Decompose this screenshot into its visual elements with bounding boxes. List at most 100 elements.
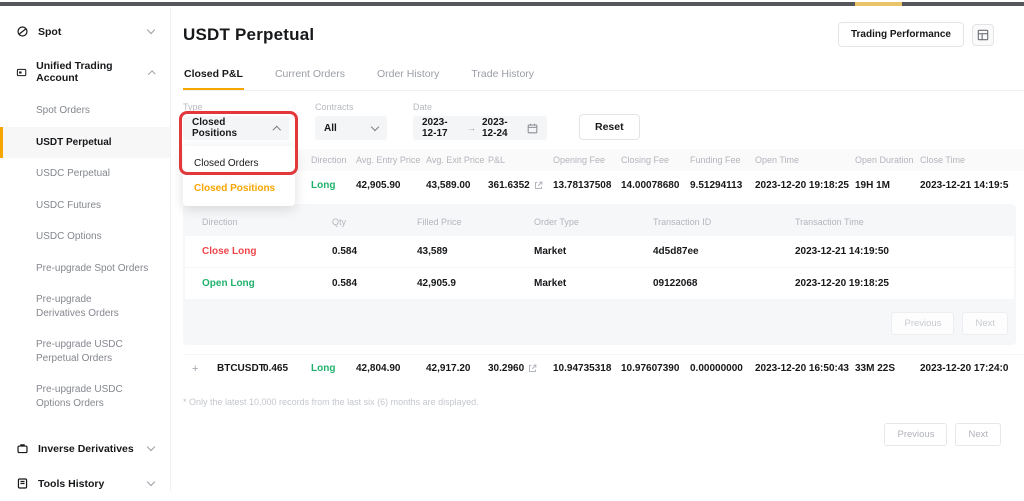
chevron-up-icon — [273, 125, 282, 134]
sidebar-item-usdt-perpetual[interactable]: USDT Perpetual — [0, 126, 170, 158]
sidebar-item-tools-history[interactable]: Tools History — [0, 466, 170, 501]
closed-pnl-table: Contracts Qty Direction Avg. Entry Price… — [183, 149, 1024, 382]
page-layout: Spot Unified Trading Account Spot Orders… — [0, 0, 1024, 491]
cell-close-time: 2023-12-21 14:19:5 — [920, 179, 1009, 191]
fill-price: 42,905.9 — [417, 278, 456, 289]
table-row: + BTCUSDT 0.465 Long 42,804.90 42,917.20… — [183, 354, 1024, 382]
cell-pnl: 361.6352 — [488, 180, 553, 191]
date-range-picker[interactable]: 2023-12-17 → 2023-12-24 — [413, 116, 547, 140]
records-footnote: * Only the latest 10,000 records from th… — [183, 397, 479, 407]
cell-close-time: 2023-12-20 17:24:0 — [920, 363, 1009, 374]
contracts-select-value: All — [324, 122, 337, 134]
fills-header-row: Direction Qty Filled Price Order Type Tr… — [185, 209, 1014, 235]
cell-open-duration: 33M 22S — [855, 363, 896, 374]
fill-row: Open Long 0.584 42,905.9 Market 09122068… — [185, 268, 1014, 299]
sidebar-item-pre-upgrade-derivatives-orders[interactable]: Pre-upgrade Derivatives Orders — [0, 284, 150, 329]
sidebar-item-inverse-derivatives[interactable]: Inverse Derivatives — [0, 431, 170, 466]
date-range-arrow: → — [467, 123, 476, 133]
cell-entry-price: 42,804.90 — [356, 363, 401, 374]
col-pnl: P&L — [488, 155, 506, 165]
fills-next-button[interactable]: Next — [962, 312, 1008, 335]
chevron-up-icon — [147, 69, 156, 78]
report-grid-icon-button[interactable] — [972, 23, 994, 46]
fill-row: Close Long 0.584 43,589 Market 4d5d87ee … — [185, 236, 1014, 267]
tab-current-orders[interactable]: Current Orders — [274, 60, 346, 90]
fill-direction: Close Long — [202, 246, 257, 257]
sidebar-item-usdc-futures[interactable]: USDC Futures — [0, 190, 170, 222]
menu-item-closed-positions[interactable]: Closed Positions — [183, 176, 295, 201]
col-closing-fee: Closing Fee — [621, 155, 670, 165]
fills-pagination: Previous Next — [185, 299, 1014, 335]
fill-order-type: Market — [534, 246, 567, 257]
cell-pnl: 30.2960 — [488, 363, 553, 374]
menu-item-closed-orders[interactable]: Closed Orders — [183, 151, 295, 176]
contracts-filter-label: Contracts — [315, 102, 354, 112]
tab-order-history[interactable]: Order History — [376, 60, 440, 90]
sidebar-item-pre-upgrade-usdc-perpetual-orders[interactable]: Pre-upgrade USDC Perpetual Orders — [0, 329, 165, 374]
external-link-icon[interactable] — [528, 364, 537, 373]
cell-funding-fee: 0.00000000 — [690, 363, 743, 374]
external-link-icon[interactable] — [534, 181, 543, 190]
fill-transaction-time: 2023-12-21 14:19:50 — [795, 246, 889, 257]
col-open-duration: Open Duration — [855, 155, 914, 165]
subcol-filled-price: Filled Price — [417, 217, 462, 227]
cell-qty: 0.465 — [263, 363, 289, 374]
browser-progress-bar — [0, 2, 1024, 6]
cell-direction: Long — [311, 363, 336, 374]
next-page-button[interactable]: Next — [955, 423, 1001, 446]
expand-row-button[interactable]: + — [183, 363, 217, 375]
tab-bar: Closed P&L Current Orders Order History … — [183, 60, 1024, 91]
fills-previous-button[interactable]: Previous — [891, 312, 955, 335]
cell-open-duration: 19H 1M — [855, 179, 891, 191]
sidebar-item-spot[interactable]: Spot — [0, 14, 170, 49]
date-to-value: 2023-12-24 — [482, 117, 508, 139]
table-header-row: Contracts Qty Direction Avg. Entry Price… — [183, 149, 1024, 171]
sidebar-item-pre-upgrade-spot-orders[interactable]: Pre-upgrade Spot Orders — [0, 253, 170, 285]
type-select[interactable]: Closed Positions — [183, 116, 289, 140]
report-grid-icon — [977, 29, 989, 40]
sidebar-item-spot-orders[interactable]: Spot Orders — [0, 95, 170, 127]
subcol-qty: Qty — [332, 217, 347, 227]
fill-transaction-time: 2023-12-20 19:18:25 — [795, 278, 889, 289]
type-dropdown-menu: Closed Orders Closed Positions — [183, 146, 295, 206]
spot-icon — [16, 25, 29, 38]
sidebar-item-unified-trading-account[interactable]: Unified Trading Account — [0, 49, 170, 95]
unified-account-icon — [16, 66, 27, 79]
sidebar-item-label: Tools History — [38, 477, 105, 490]
cell-opening-fee: 13.78137508 — [553, 179, 612, 191]
tab-closed-pnl[interactable]: Closed P&L — [183, 60, 244, 90]
sidebar-item-label: Spot — [38, 25, 62, 38]
cell-closing-fee: 14.00078680 — [621, 179, 680, 191]
trading-performance-button[interactable]: Trading Performance — [837, 22, 964, 47]
table-row: − BTCUSDT 0.584 Long 42,905.90 43,589.00… — [183, 171, 1024, 199]
expanded-fills-section: Direction Qty Filled Price Order Type Tr… — [183, 204, 1016, 345]
fill-direction: Open Long — [202, 278, 255, 289]
previous-page-button[interactable]: Previous — [884, 423, 948, 446]
fill-transaction-id: 09122068 — [653, 278, 698, 289]
cell-closing-fee: 10.97607390 — [621, 363, 680, 374]
sidebar-item-usdc-perpetual[interactable]: USDC Perpetual — [0, 158, 170, 190]
tab-trade-history[interactable]: Trade History — [470, 60, 535, 90]
filter-bar: Type Closed Positions Closed Orders Clos… — [179, 102, 1024, 206]
date-filter-label: Date — [413, 102, 433, 112]
cell-open-time: 2023-12-20 16:50:43 — [755, 363, 849, 374]
table-pagination: Previous Next — [183, 423, 1001, 446]
fill-price: 43,589 — [417, 246, 448, 257]
col-direction: Direction — [311, 155, 347, 165]
cell-contracts: BTCUSDT — [217, 363, 265, 374]
cell-opening-fee: 10.94735318 — [553, 363, 612, 374]
cell-entry-price: 42,905.90 — [356, 179, 401, 191]
sidebar-item-usdc-options[interactable]: USDC Options — [0, 221, 170, 253]
cell-open-time: 2023-12-20 19:18:25 — [755, 179, 849, 191]
sidebar-item-pre-upgrade-usdc-options-orders[interactable]: Pre-upgrade USDC Options Orders — [0, 374, 160, 419]
type-select-value: Closed Positions — [192, 117, 238, 139]
sidebar-item-label: Unified Trading Account — [36, 60, 113, 84]
sidebar-item-label: Inverse Derivatives — [38, 442, 134, 455]
fill-transaction-id: 4d5d87ee — [653, 246, 699, 257]
reset-button[interactable]: Reset — [579, 114, 640, 140]
chevron-down-icon — [146, 25, 156, 35]
contracts-select[interactable]: All — [315, 116, 387, 140]
col-avg-entry-price: Avg. Entry Price — [356, 155, 421, 165]
col-close-time: Close Time — [920, 155, 966, 165]
